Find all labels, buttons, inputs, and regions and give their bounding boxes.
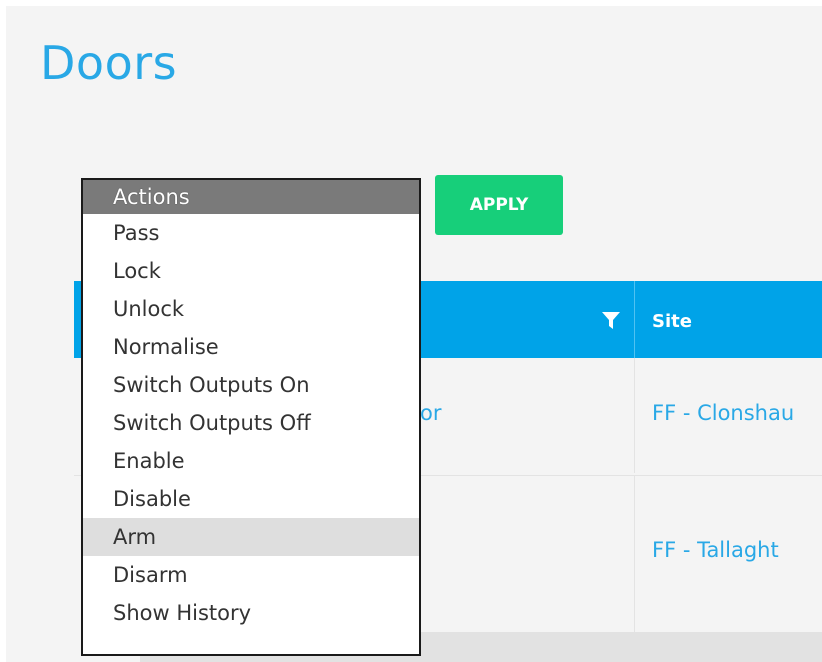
apply-button[interactable]: APPLY (435, 175, 563, 235)
dropdown-option-unlock[interactable]: Unlock (83, 290, 419, 328)
dropdown-option-pass[interactable]: Pass (83, 214, 419, 252)
door-name-link[interactable]: or (420, 401, 441, 425)
dropdown-option-disarm[interactable]: Disarm (83, 556, 419, 594)
dropdown-option-show-history[interactable]: Show History (83, 594, 419, 632)
actions-dropdown-list[interactable]: Actions Pass Lock Unlock Normalise Switc… (81, 178, 421, 656)
cell-divider (634, 475, 635, 632)
dropdown-option-actions[interactable]: Actions (83, 180, 419, 214)
dropdown-option-switch-outputs-off[interactable]: Switch Outputs Off (83, 404, 419, 442)
dropdown-option-switch-outputs-on[interactable]: Switch Outputs On (83, 366, 419, 404)
dropdown-option-normalise[interactable]: Normalise (83, 328, 419, 366)
filter-icon[interactable] (602, 312, 620, 330)
site-link[interactable]: FF - Tallaght (652, 538, 779, 562)
page-title: Doors (40, 36, 178, 90)
dropdown-option-lock[interactable]: Lock (83, 252, 419, 290)
dropdown-option-enable[interactable]: Enable (83, 442, 419, 480)
column-header-site[interactable]: Site (652, 311, 692, 332)
dropdown-option-arm[interactable]: Arm (83, 518, 419, 556)
dropdown-option-disable[interactable]: Disable (83, 480, 419, 518)
cell-divider (634, 358, 635, 473)
column-divider (634, 281, 635, 358)
site-link[interactable]: FF - Clonshau (652, 401, 794, 425)
